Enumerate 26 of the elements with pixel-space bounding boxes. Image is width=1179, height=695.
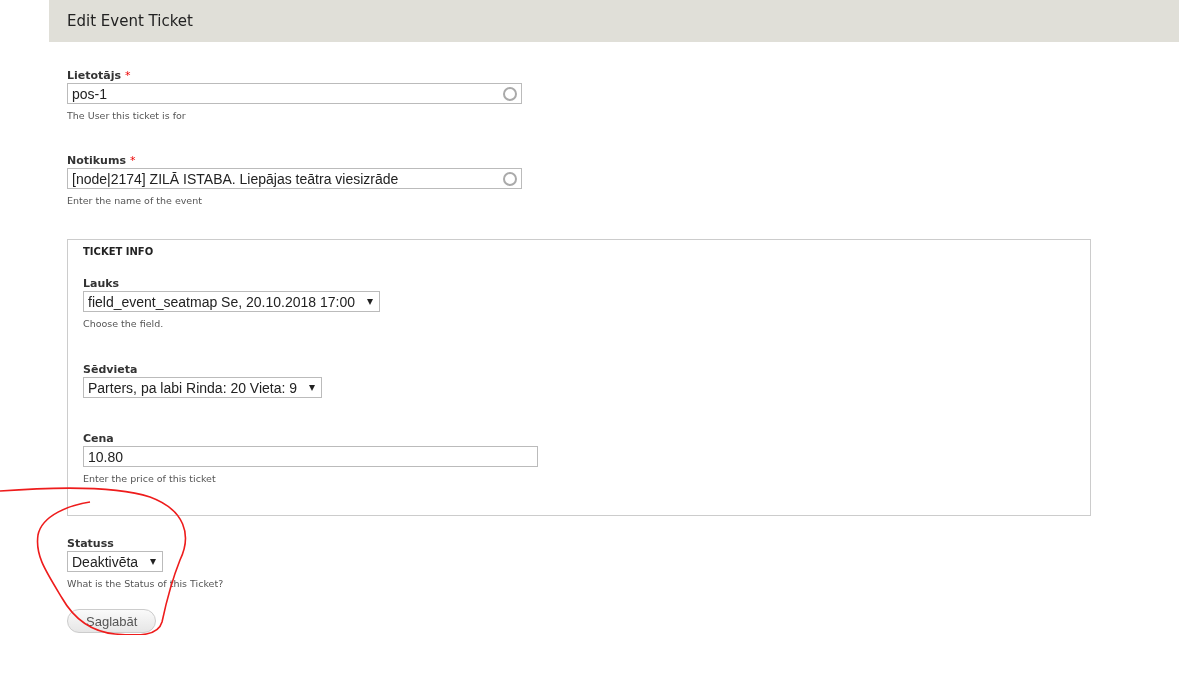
field-label: Statuss	[67, 537, 114, 551]
autocomplete-field[interactable]: [node|2174] ZILĀ ISTABA. Liepājas teātra viesizrāde	[67, 168, 522, 189]
required-marker: *	[125, 69, 131, 83]
required-marker: *	[129, 154, 136, 168]
select-field[interactable]: Parters, pa labi Rinda: 20 Vieta: 9	[83, 377, 323, 398]
field-label: Sēdvieta	[83, 363, 138, 377]
field-description: Enter the price of this ticket	[83, 473, 217, 484]
input-field[interactable]: 10.80	[83, 446, 538, 467]
caret-icon	[309, 384, 316, 391]
field-label: Lietotājs	[67, 69, 122, 83]
select-field[interactable]: field_event_seatmap Se, 20.10.2018 17:00	[83, 291, 380, 312]
throbber-icon	[503, 86, 517, 101]
save-button[interactable]: Saglabāt	[67, 609, 157, 633]
field-description: Enter the name of the event	[67, 195, 203, 206]
field-label: Notikums	[67, 154, 126, 168]
fieldset-legend: TICKET INFO	[83, 246, 1075, 257]
field-label: Lauks	[83, 277, 120, 291]
select-field[interactable]: Deaktivēta	[67, 551, 164, 572]
caret-icon	[150, 558, 157, 565]
autocomplete-field[interactable]: pos-1	[67, 83, 522, 104]
field-label: Cena	[83, 432, 114, 446]
throbber-icon	[503, 171, 517, 186]
page-title: Edit Event Ticket	[67, 12, 193, 30]
caret-icon	[367, 298, 373, 305]
field-description: The User this ticket is for	[67, 110, 187, 121]
field-description: Choose the field.	[83, 318, 165, 329]
